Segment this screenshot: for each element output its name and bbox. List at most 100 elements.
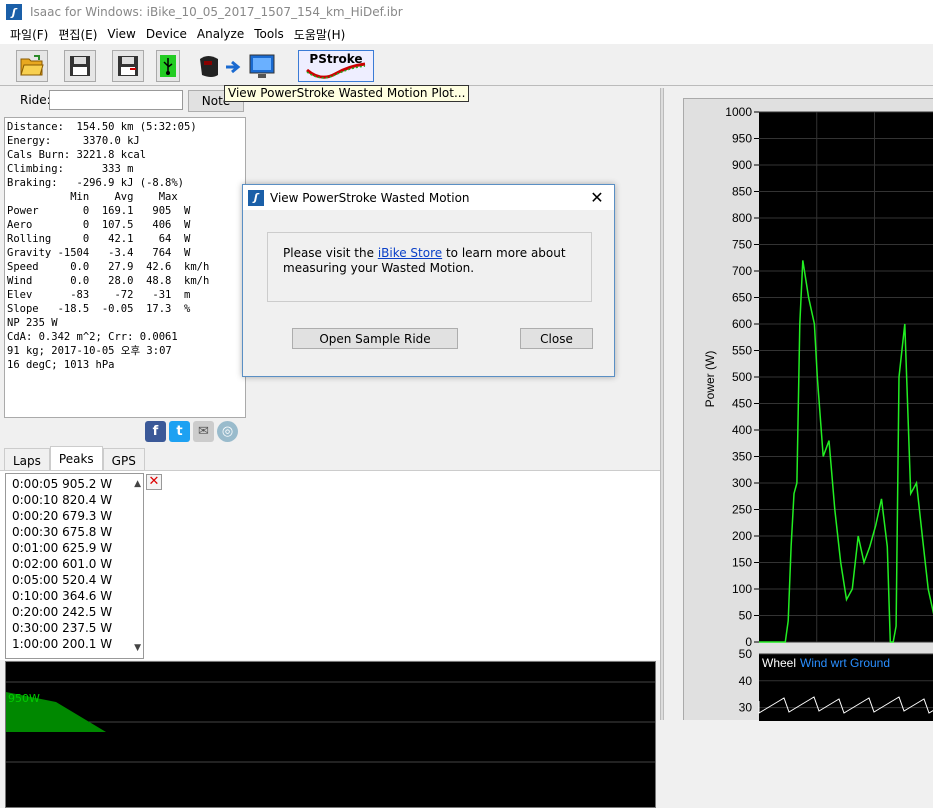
left-panel: Ride: Note Distance: 154.50 km (5:32:05)… (0, 88, 660, 808)
list-item[interactable]: 0:00:10 820.4 W (12, 492, 143, 508)
stats-line: Climbing: 333 m (7, 163, 134, 175)
y-tick-label: 300 (732, 476, 752, 490)
floppy-save-as-icon (118, 56, 138, 76)
dialog-app-icon: ʃ (248, 189, 264, 206)
menu-analyze[interactable]: Analyze (192, 27, 249, 41)
y-tick-label: 100 (732, 582, 752, 596)
open-sample-ride-button[interactable]: Open Sample Ride (292, 328, 458, 349)
stats-line: Gravity -1504 -3.4 764 W (7, 247, 191, 259)
menu-view[interactable]: View (102, 27, 140, 41)
dialog-text-before: Please visit the (283, 246, 378, 260)
y-tick-label: 50 (739, 609, 753, 623)
power-chart-frame: 1000 950 900 850 800 750 700 650 600 550 500 450 400… (683, 98, 933, 721)
menu-help[interactable]: 도움말(H) (289, 26, 351, 43)
y-tick-label: 200 (732, 529, 752, 543)
ride-input[interactable] (49, 90, 183, 110)
stats-line: NP 235 W (7, 317, 58, 329)
stats-line: CdA: 0.342 m^2; Crr: 0.0061 (7, 331, 178, 343)
y-tick-label: 500 (732, 370, 752, 384)
list-item[interactable]: 0:10:00 364.6 W (12, 588, 143, 604)
list-item[interactable]: 0:00:20 679.3 W (12, 508, 143, 524)
bottom-chart-label: 950W (8, 692, 40, 705)
dialog-text-line2: measuring your Wasted Motion. (283, 261, 475, 275)
stats-line: Speed 0.0 27.9 42.6 km/h (7, 261, 210, 273)
device-to-pc-button[interactable] (196, 50, 276, 82)
menu-tools[interactable]: Tools (249, 27, 289, 41)
usb-icon (160, 55, 176, 77)
globe-icon[interactable]: ◎ (217, 421, 238, 442)
y-tick-label: 750 (732, 238, 752, 252)
menu-edit[interactable]: 편집(E) (53, 26, 102, 43)
email-icon[interactable]: ✉ (193, 421, 214, 442)
title-bar: ʃ Isaac for Windows: iBike_10_05_2017_15… (0, 0, 933, 24)
usb-button[interactable] (156, 50, 180, 82)
y-tick-label: 150 (732, 556, 752, 570)
window-title: Isaac for Windows: iBike_10_05_2017_1507… (30, 5, 403, 19)
y-axis-label: Power (W) (703, 351, 717, 408)
floppy-disk-icon (70, 56, 90, 76)
y-tick-label: 900 (732, 158, 752, 172)
ride-stats-panel: Distance: 154.50 km (5:32:05) Energy: 337… (4, 117, 246, 418)
twitter-icon[interactable]: t (169, 421, 190, 442)
list-item[interactable]: 0:00:30 675.8 W (12, 524, 143, 540)
stats-line: Distance: 154.50 km (5:32:05) (7, 121, 197, 133)
dialog-close-button[interactable]: Close (520, 328, 593, 349)
list-item[interactable]: 0:30:00 237.5 W (12, 620, 143, 636)
y-tick-label: 600 (732, 317, 752, 331)
y-tick-label: 550 (732, 344, 752, 358)
y-tick-label: 800 (732, 211, 752, 225)
folder-open-icon (20, 55, 44, 76)
ride-label: Ride: (20, 93, 51, 107)
stats-line: Cals Burn: 3221.8 kcal (7, 149, 147, 161)
y-tick-label: 450 (732, 397, 752, 411)
save-button[interactable] (64, 50, 96, 82)
stats-line: Braking: -296.9 kJ (-8.8%) (7, 177, 185, 189)
y-tick-label: 1000 (725, 105, 752, 119)
device-transfer-icon (200, 54, 275, 78)
tab-bar: Laps Peaks GPS (4, 446, 145, 472)
y-tick-label-wind: 40 (739, 674, 753, 688)
bottom-chart-plot (6, 681, 655, 763)
wasted-motion-dialog: ʃ View PowerStroke Wasted Motion ✕ Pleas… (242, 184, 615, 377)
dialog-message-box: Please visit the iBike Store to learn mo… (267, 232, 592, 302)
list-item[interactable]: 0:02:00 601.0 W (12, 556, 143, 572)
list-item[interactable]: 0:05:00 520.4 W (12, 572, 143, 588)
ibike-store-link[interactable]: iBike Store (378, 246, 442, 260)
list-item[interactable]: 0:20:00 242.5 W (12, 604, 143, 620)
stats-line: Elev -83 -72 -31 m (7, 289, 191, 301)
close-icon[interactable]: ✕ (588, 188, 606, 207)
tab-gps[interactable]: GPS (102, 448, 145, 472)
app-icon: ʃ (6, 4, 22, 20)
list-item[interactable]: 0:01:00 625.9 W (12, 540, 143, 556)
list-item[interactable]: 1:00:00 200.1 W (12, 636, 143, 652)
y-tick-label-wind: 30 (739, 701, 753, 715)
legend-entry: Wind wrt Ground (800, 656, 890, 670)
facebook-icon[interactable]: f (145, 421, 166, 442)
scroll-down-icon[interactable]: ▼ (134, 640, 141, 656)
stats-line: 16 degC; 1013 hPa (7, 359, 115, 371)
dialog-title-bar: ʃ View PowerStroke Wasted Motion (243, 185, 614, 210)
y-tick-label: 250 (732, 503, 752, 517)
tooltip: View PowerStroke Wasted Motion Plot... (224, 85, 470, 102)
peaks-list[interactable]: ▲ ▼ 0:00:05 905.2 W 0:00:10 820.4 W 0:00:2… (5, 473, 144, 659)
legend-entry: Wheel (762, 656, 796, 670)
pstroke-label: PStroke (309, 52, 363, 66)
tab-peaks[interactable]: Peaks (49, 446, 103, 472)
stats-line: Energy: 3370.0 kJ (7, 135, 140, 147)
dialog-title: View PowerStroke Wasted Motion (270, 190, 470, 205)
pstroke-button[interactable]: PStroke (298, 50, 374, 82)
dialog-text-after: to learn more about (442, 246, 566, 260)
menu-device[interactable]: Device (141, 27, 192, 41)
menu-bar: 파일(F) 편집(E) View Device Analyze Tools 도움… (0, 24, 933, 44)
delete-icon[interactable]: ✕ (146, 474, 162, 490)
save-as-button[interactable] (112, 50, 144, 82)
tab-laps[interactable]: Laps (4, 448, 50, 472)
menu-file[interactable]: 파일(F) (5, 26, 53, 43)
open-button[interactable] (16, 50, 48, 82)
y-tick-label: 700 (732, 264, 752, 278)
stats-line: Aero 0 107.5 406 W (7, 219, 191, 231)
y-tick-label: 400 (732, 423, 752, 437)
list-item[interactable]: 0:00:05 905.2 W (12, 476, 143, 492)
stats-line: 91 kg; 2017-10-05 오후 3:07 (7, 345, 172, 357)
scroll-up-icon[interactable]: ▲ (134, 476, 141, 492)
